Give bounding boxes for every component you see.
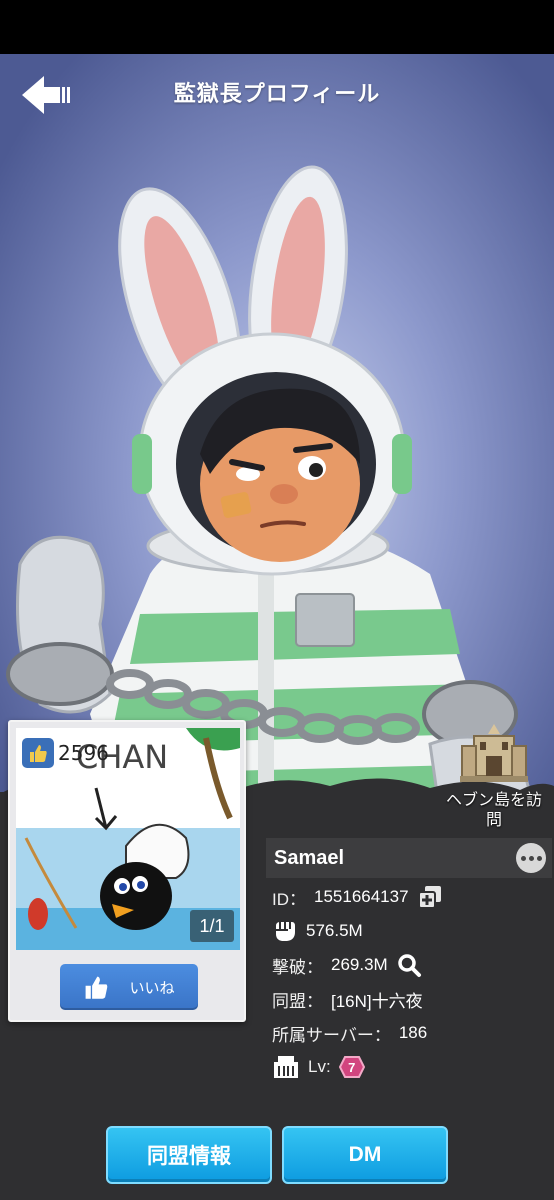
- prison-building-icon: [274, 1056, 298, 1078]
- thumbs-up-icon: [86, 976, 108, 999]
- warden-character-illustration: [6, 165, 532, 814]
- kills-row: 撃破： 269.3M: [272, 950, 422, 980]
- alliance-row: 同盟： [16N]十六夜: [272, 984, 423, 1014]
- visit-island-label: ヘブン島を訪問: [445, 792, 542, 829]
- like-count: 2596: [58, 741, 109, 765]
- like-button[interactable]: いいね: [60, 964, 198, 1010]
- thumbs-up-icon: [22, 738, 54, 768]
- alliance-label: 同盟：: [272, 991, 323, 1011]
- id-label: ID：: [272, 889, 306, 909]
- dot: [520, 855, 526, 861]
- dot: [528, 855, 534, 861]
- profile-photo[interactable]: CHAN 2596 1/1: [16, 728, 240, 950]
- dot: [536, 855, 542, 861]
- profile-screen: 監獄長プロフィール CHAN 2596 1/1 いいね ヘブン島を訪問 Sama…: [0, 54, 554, 1200]
- page-title: 監獄長プロフィール: [173, 81, 381, 106]
- level-label: Lv:: [308, 1057, 331, 1076]
- server-value: 186: [398, 1023, 428, 1042]
- kills-value: 269.3M: [331, 955, 388, 974]
- alliance-value: [16N]十六夜: [331, 991, 423, 1011]
- status-bar: [0, 0, 554, 54]
- search-icon[interactable]: [396, 952, 422, 978]
- level-row: Lv: 7: [272, 1052, 365, 1082]
- fist-icon: [276, 922, 295, 941]
- dm-button[interactable]: DM: [282, 1126, 448, 1184]
- more-options-button[interactable]: [516, 843, 546, 873]
- power-value: 576.5M: [306, 921, 363, 940]
- server-label: 所属サーバー：: [272, 1025, 391, 1045]
- alliance-info-button[interactable]: 同盟情報: [106, 1126, 272, 1184]
- photo-pager: 1/1: [190, 910, 234, 942]
- kills-label: 撃破：: [272, 957, 323, 977]
- copy-icon[interactable]: [417, 884, 443, 910]
- player-id-row: ID： 1551664137: [272, 882, 443, 912]
- power-row: 576.5M: [272, 916, 363, 946]
- id-value: 1551664137: [314, 887, 409, 906]
- level-value: 7: [348, 1059, 356, 1075]
- player-name: Samael: [274, 846, 345, 869]
- profile-photo-card: CHAN 2596 1/1 いいね: [8, 720, 246, 1022]
- like-button-label: いいね: [129, 979, 175, 997]
- server-row: 所属サーバー： 186: [272, 1018, 427, 1048]
- like-count-display: 2596: [22, 738, 109, 768]
- castle-icon: [460, 724, 528, 782]
- visit-island-button[interactable]: ヘブン島を訪問: [440, 722, 548, 831]
- level-badge: 7: [338, 1056, 365, 1078]
- player-name-row: Samael: [266, 838, 552, 878]
